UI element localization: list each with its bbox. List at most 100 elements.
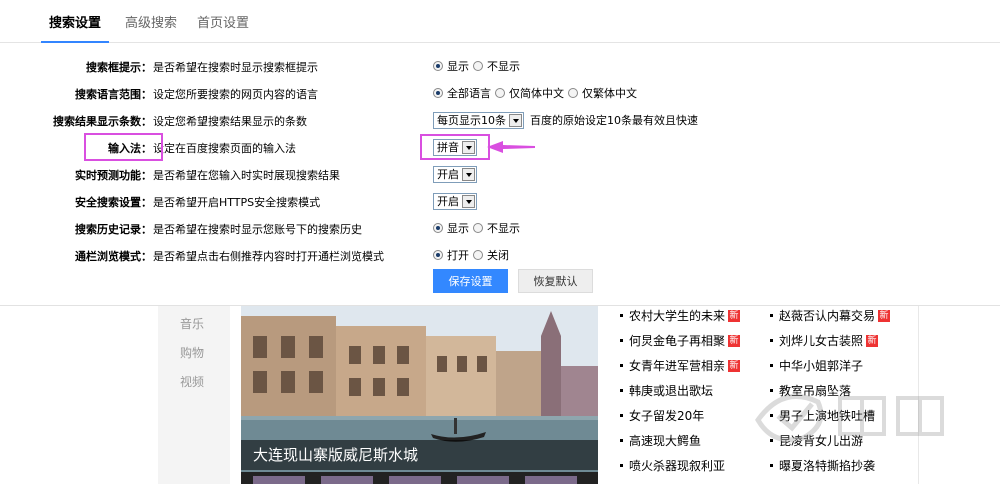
setting-row-browse: 通栏浏览模式： 是否希望点击右侧推荐内容时打开通栏浏览模式 打开 关闭 bbox=[0, 245, 1000, 265]
setting-desc: 是否希望在搜索时显示搜索框提示 bbox=[153, 61, 318, 74]
setting-row-instant: 实时预测功能： 是否希望在您输入时实时展现搜索结果 开启 bbox=[0, 164, 1000, 184]
radio-unchecked[interactable] bbox=[495, 88, 505, 98]
setting-label: 安全搜索设置： bbox=[75, 196, 152, 209]
option-label: 仅简体中文 bbox=[509, 87, 564, 100]
news-title[interactable]: 农村大学生的未来 bbox=[629, 307, 725, 324]
setting-desc: 是否希望在您输入时实时展现搜索结果 bbox=[153, 169, 340, 182]
news-item[interactable]: 农村大学生的未来新 bbox=[620, 307, 741, 324]
language-simplified-option[interactable]: 仅简体中文 bbox=[495, 85, 564, 101]
news-item[interactable]: 喷火杀器现叙利亚 bbox=[620, 457, 725, 474]
news-title[interactable]: 女青年进军营相亲 bbox=[629, 357, 725, 374]
instant-select[interactable]: 开启 bbox=[433, 165, 477, 183]
language-traditional-option[interactable]: 仅繁体中文 bbox=[568, 85, 637, 101]
left-nav: 音乐 购物 视频 bbox=[158, 306, 230, 484]
radio-unchecked[interactable] bbox=[473, 223, 483, 233]
browse-radio-group: 打开 关闭 bbox=[433, 246, 513, 264]
setting-label: 搜索结果显示条数： bbox=[53, 115, 152, 128]
setting-row-secure: 安全搜索设置： 是否希望开启HTTPS安全搜索模式 开启 bbox=[0, 191, 1000, 211]
restore-default-button[interactable]: 恢复默认 bbox=[518, 269, 593, 293]
news-item[interactable]: 曝夏洛特撕掐抄袭 bbox=[770, 457, 875, 474]
radio-unchecked[interactable] bbox=[473, 61, 483, 71]
radio-checked[interactable] bbox=[433, 88, 443, 98]
tab-search-settings[interactable]: 搜索设置 bbox=[49, 12, 101, 31]
news-title[interactable]: 赵薇否认内幕交易 bbox=[779, 307, 875, 324]
radio-unchecked[interactable] bbox=[568, 88, 578, 98]
setting-row-suggest: 搜索框提示： 是否希望在搜索时显示搜索框提示 显示 不显示 bbox=[0, 56, 1000, 76]
option-label: 不显示 bbox=[487, 60, 520, 73]
new-badge: 新 bbox=[866, 334, 879, 347]
news-item[interactable]: 女子留发20年 bbox=[620, 407, 704, 424]
nav-item-video[interactable]: 视频 bbox=[180, 373, 204, 390]
dropdown-arrow-icon[interactable] bbox=[462, 167, 475, 181]
setting-desc: 设定您所要搜索的网页内容的语言 bbox=[153, 88, 318, 101]
results-count-select[interactable]: 每页显示10条 bbox=[433, 111, 524, 129]
dropdown-arrow-icon[interactable] bbox=[462, 194, 475, 208]
featured-photo[interactable]: 大连现山寨版威尼斯水城 bbox=[241, 306, 598, 484]
news-item[interactable]: 女青年进军营相亲新 bbox=[620, 357, 741, 374]
results-note: 百度的原始设定10条最有效且快速 bbox=[530, 114, 698, 127]
radio-checked[interactable] bbox=[433, 223, 443, 233]
bullet-icon bbox=[620, 464, 623, 467]
pointer-arrow-icon bbox=[487, 141, 535, 153]
secure-select[interactable]: 开启 bbox=[433, 192, 477, 210]
secure-control: 开启 bbox=[433, 192, 477, 210]
thumbnail[interactable] bbox=[253, 476, 305, 484]
new-badge: 新 bbox=[728, 359, 741, 372]
setting-desc: 是否希望在搜索时显示您账号下的搜索历史 bbox=[153, 223, 362, 236]
thumbnail[interactable] bbox=[525, 476, 577, 484]
photo-caption[interactable]: 大连现山寨版威尼斯水城 bbox=[241, 440, 598, 470]
browse-open-option[interactable]: 打开 bbox=[433, 247, 469, 263]
setting-desc: 是否希望点击右侧推荐内容时打开通栏浏览模式 bbox=[153, 250, 384, 263]
bullet-icon bbox=[620, 339, 623, 342]
radio-checked[interactable] bbox=[433, 250, 443, 260]
save-settings-button[interactable]: 保存设置 bbox=[433, 269, 508, 293]
news-title[interactable]: 何炅金龟子再相聚 bbox=[629, 332, 725, 349]
suggest-show-option[interactable]: 显示 bbox=[433, 58, 469, 74]
news-title[interactable]: 女子留发20年 bbox=[629, 407, 704, 424]
bullet-icon bbox=[620, 439, 623, 442]
news-title[interactable]: 曝夏洛特撕掐抄袭 bbox=[779, 457, 875, 474]
radio-checked[interactable] bbox=[433, 61, 443, 71]
news-title[interactable]: 高速现大鳄鱼 bbox=[629, 432, 701, 449]
news-item[interactable]: 赵薇否认内幕交易新 bbox=[770, 307, 891, 324]
bullet-icon bbox=[770, 339, 773, 342]
radio-unchecked[interactable] bbox=[473, 250, 483, 260]
browse-close-option[interactable]: 关闭 bbox=[473, 247, 509, 263]
language-all-option[interactable]: 全部语言 bbox=[433, 85, 491, 101]
news-item[interactable]: 韩庚或退出歌坛 bbox=[620, 382, 713, 399]
bullet-icon bbox=[770, 364, 773, 367]
nav-item-music[interactable]: 音乐 bbox=[180, 315, 204, 332]
option-label: 打开 bbox=[447, 249, 469, 262]
news-title[interactable]: 中华小姐郭洋子 bbox=[779, 357, 863, 374]
thumbnail[interactable] bbox=[457, 476, 509, 484]
ime-label-highlight-box bbox=[84, 133, 163, 161]
history-hide-option[interactable]: 不显示 bbox=[473, 220, 520, 236]
news-item[interactable]: 刘烨儿女古装照新 bbox=[770, 332, 879, 349]
thumbnail[interactable] bbox=[389, 476, 441, 484]
news-title[interactable]: 喷火杀器现叙利亚 bbox=[629, 457, 725, 474]
thumbnail[interactable] bbox=[321, 476, 373, 484]
tab-advanced-search[interactable]: 高级搜索 bbox=[125, 12, 177, 31]
news-item[interactable]: 何炅金龟子再相聚新 bbox=[620, 332, 741, 349]
history-show-option[interactable]: 显示 bbox=[433, 220, 469, 236]
baidu-jingyan-watermark-icon bbox=[755, 393, 944, 443]
results-control: 每页显示10条 百度的原始设定10条最有效且快速 bbox=[433, 111, 698, 129]
news-title[interactable]: 刘烨儿女古装照 bbox=[779, 332, 863, 349]
bullet-icon bbox=[620, 389, 623, 392]
setting-desc: 设定您希望搜索结果显示的条数 bbox=[153, 115, 307, 128]
nav-item-shopping[interactable]: 购物 bbox=[180, 344, 204, 361]
news-item[interactable]: 高速现大鳄鱼 bbox=[620, 432, 701, 449]
option-label: 全部语言 bbox=[447, 87, 491, 100]
new-badge: 新 bbox=[728, 334, 741, 347]
option-label: 显示 bbox=[447, 222, 469, 235]
option-label: 关闭 bbox=[487, 249, 509, 262]
setting-row-results: 搜索结果显示条数： 设定您希望搜索结果显示的条数 每页显示10条 百度的原始设定… bbox=[0, 110, 1000, 130]
dropdown-arrow-icon[interactable] bbox=[509, 113, 522, 127]
tab-homepage-settings[interactable]: 首页设置 bbox=[197, 12, 249, 31]
news-title[interactable]: 韩庚或退出歌坛 bbox=[629, 382, 713, 399]
news-item[interactable]: 中华小姐郭洋子 bbox=[770, 357, 863, 374]
select-value: 开启 bbox=[437, 168, 459, 181]
suggest-hide-option[interactable]: 不显示 bbox=[473, 58, 520, 74]
select-value: 每页显示10条 bbox=[437, 114, 506, 127]
new-badge: 新 bbox=[878, 309, 891, 322]
